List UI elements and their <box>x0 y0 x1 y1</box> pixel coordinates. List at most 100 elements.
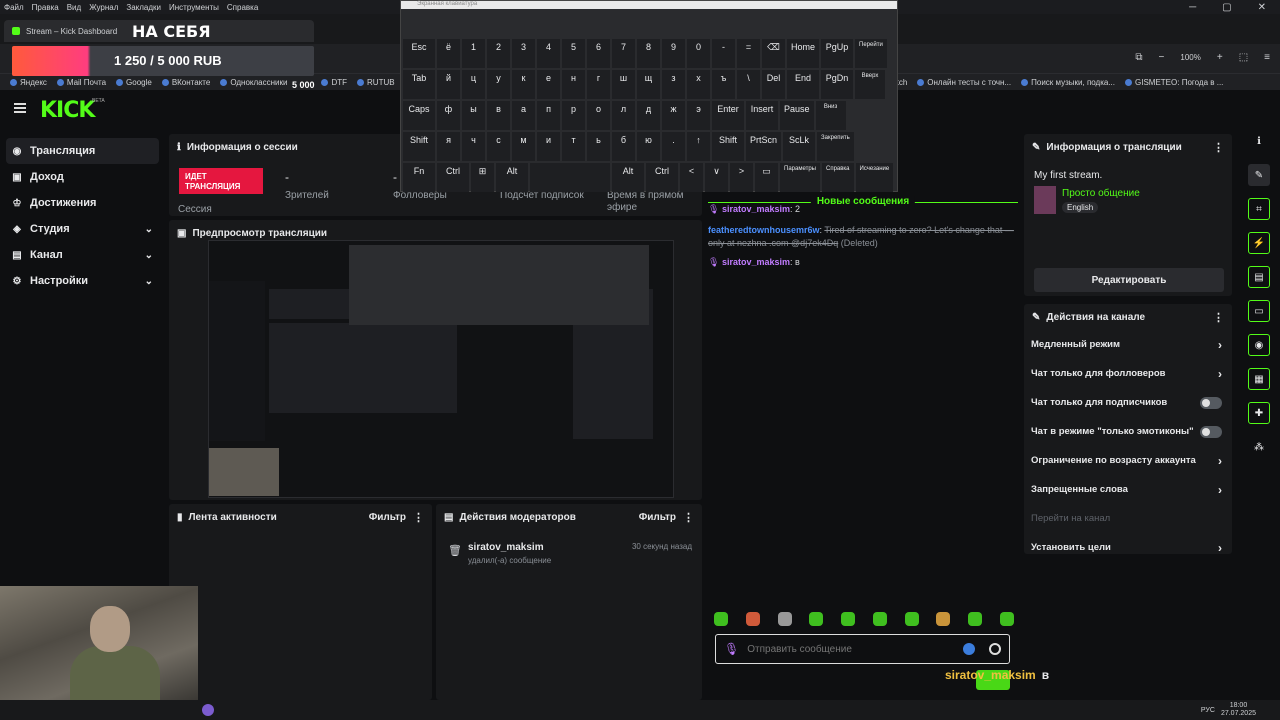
info-icon[interactable]: ℹ <box>1248 130 1270 152</box>
keyboard-key[interactable]: я <box>437 132 460 161</box>
keyboard-key[interactable]: ё <box>437 39 460 68</box>
emote-icon[interactable] <box>777 612 792 626</box>
keyboard-key[interactable]: у <box>487 70 510 99</box>
keyboard-key[interactable]: 8 <box>637 39 660 68</box>
keyboard-key[interactable]: ⌫ <box>762 39 785 68</box>
keyboard-key[interactable]: End <box>787 70 819 99</box>
keyboard-key[interactable]: а <box>512 101 535 130</box>
keyboard-key[interactable]: л <box>612 101 635 130</box>
keyboard-key[interactable]: Вниз <box>815 101 846 130</box>
keyboard-key[interactable]: и <box>537 132 560 161</box>
hamburger-menu-icon[interactable] <box>14 103 26 113</box>
menu-file[interactable]: Файл <box>4 3 24 12</box>
emote-icon[interactable] <box>809 612 824 626</box>
bookmark[interactable]: Mail Почта <box>56 78 106 87</box>
keyboard-key[interactable]: - <box>712 39 735 68</box>
emote-icon[interactable] <box>841 612 856 626</box>
keyboard-key[interactable]: ScLk <box>783 132 816 161</box>
keyboard-key[interactable]: в <box>487 101 510 130</box>
keyboard-key[interactable]: ф <box>437 101 460 130</box>
banned-words-action[interactable]: Запрещенные слова › <box>1024 475 1232 504</box>
keyboard-key[interactable]: ю <box>637 132 660 161</box>
keyboard-key[interactable]: . <box>662 132 685 161</box>
keyboard-key[interactable]: ▭ <box>755 163 778 192</box>
mod-filter-button[interactable]: Фильтр <box>639 512 676 523</box>
menu-help[interactable]: Справка <box>227 3 258 12</box>
keyboard-key[interactable]: Caps <box>403 101 435 130</box>
keyboard-key[interactable]: Shift <box>712 132 744 161</box>
keyboard-key[interactable]: ь <box>587 132 610 161</box>
clock[interactable]: 18:00 27.07.2025 <box>1221 702 1256 718</box>
keyboard-key[interactable]: ц <box>462 70 485 99</box>
lightning-icon[interactable]: ⚡ <box>1248 232 1270 254</box>
bookmark[interactable]: Одноклассники <box>220 78 287 87</box>
keyboard-key[interactable]: Home <box>787 39 820 68</box>
keyboard-key[interactable]: 6 <box>587 39 610 68</box>
emote-only-toggle[interactable] <box>1200 425 1222 438</box>
keyboard-key[interactable]: Alt <box>496 163 528 192</box>
keyboard-key[interactable]: з <box>662 70 685 99</box>
keyboard-key[interactable]: 1 <box>462 39 485 68</box>
kick-logo[interactable]: KICK <box>40 98 95 123</box>
keyboard-key[interactable]: = <box>737 39 760 68</box>
keyboard-key[interactable]: е <box>537 70 560 99</box>
emote-icon[interactable] <box>714 612 728 626</box>
app-icon[interactable] <box>202 704 214 716</box>
minimize-icon[interactable]: ─ <box>1189 2 1196 13</box>
menu-edit[interactable]: Правка <box>32 3 59 12</box>
keyboard-key[interactable]: Справка <box>821 163 854 192</box>
keyboard-key[interactable]: ↑ <box>687 132 710 161</box>
maximize-icon[interactable]: ▢ <box>1222 2 1231 13</box>
subscribers-only-toggle[interactable] <box>1200 396 1222 409</box>
keyboard-key[interactable]: Ctrl <box>437 163 469 192</box>
keyboard-key[interactable] <box>530 163 610 192</box>
keyboard-key[interactable]: э <box>687 101 710 130</box>
keyboard-key[interactable]: PrtScn <box>746 132 782 161</box>
send-icon[interactable] <box>963 643 975 655</box>
nav-achievements[interactable]: ♔ Достижения <box>0 190 165 216</box>
keyboard-key[interactable]: 7 <box>612 39 635 68</box>
more-icon[interactable]: ⋮ <box>1213 141 1224 154</box>
nav-stream[interactable]: ◉ Трансляция <box>6 138 159 164</box>
screenshot-icon[interactable]: ⧉ <box>1135 52 1142 63</box>
mod-username[interactable]: siratov_maksim <box>468 542 544 553</box>
set-goals-action[interactable]: Установить цели › <box>1024 533 1232 562</box>
chat-input[interactable] <box>747 643 955 655</box>
nav-channel[interactable]: ▤ Канал ⌄ <box>0 242 165 268</box>
menu-bookmarks[interactable]: Закладки <box>126 3 161 12</box>
keyboard-key[interactable]: ⊞ <box>471 163 494 192</box>
keyboard-key[interactable]: б <box>612 132 635 161</box>
keyboard-key[interactable]: м <box>512 132 535 161</box>
keyboard-key[interactable]: Alt <box>612 163 644 192</box>
activity-filter-button[interactable]: Фильтр <box>369 512 406 523</box>
chat-username[interactable]: featheredtownhousemr6w <box>708 225 820 235</box>
keyboard-key[interactable]: Insert <box>746 101 778 130</box>
zoom-level[interactable]: 100% <box>1180 53 1200 62</box>
keyboard-key[interactable]: щ <box>637 70 660 99</box>
extensions-icon[interactable]: ⬚ <box>1239 52 1248 63</box>
bookmark[interactable]: Google <box>116 78 152 87</box>
chat-icon[interactable]: ▭ <box>1248 300 1270 322</box>
keyboard-key[interactable]: Вверх <box>855 70 885 99</box>
chat-username[interactable]: siratov_maksim <box>722 257 790 267</box>
keyboard-key[interactable]: Параметры <box>780 163 820 192</box>
account-age-action[interactable]: Ограничение по возрасту аккаунта › <box>1024 446 1232 475</box>
emote-icon[interactable] <box>872 612 887 626</box>
keyboard-key[interactable]: т <box>562 132 585 161</box>
users-icon[interactable]: ▦ <box>1248 368 1270 390</box>
keyboard-key[interactable]: к <box>512 70 535 99</box>
keyboard-key[interactable]: р <box>562 101 585 130</box>
keyboard-key[interactable]: ъ <box>712 70 735 99</box>
keyboard-key[interactable]: PgDn <box>821 70 853 99</box>
zoom-in-icon[interactable]: + <box>1217 52 1223 63</box>
go-to-channel-action[interactable]: Перейти на канал <box>1024 504 1232 533</box>
keyboard-key[interactable]: PgUp <box>821 39 854 68</box>
more-icon[interactable]: ⋮ <box>1213 311 1224 324</box>
keyboard-key[interactable]: \ <box>737 70 760 99</box>
nav-income[interactable]: ▣ Доход <box>0 164 165 190</box>
keyboard-key[interactable]: ж <box>662 101 685 130</box>
keyboard-key[interactable]: Исчезание <box>855 163 894 192</box>
nav-settings[interactable]: ⚙ Настройки ⌄ <box>0 268 165 294</box>
emote-icon[interactable] <box>936 612 951 626</box>
bookmark[interactable]: Поиск музыки, подка... <box>1021 78 1115 87</box>
